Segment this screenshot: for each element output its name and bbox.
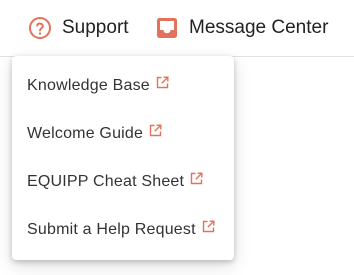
menu-item-knowledge-base[interactable]: Knowledge Base bbox=[12, 62, 234, 110]
page: Support Message Center Knowledge Base We… bbox=[0, 0, 354, 275]
support-label: Support bbox=[62, 17, 129, 38]
menu-item-equipp-cheat-sheet[interactable]: EQUIPP Cheat Sheet bbox=[12, 158, 234, 206]
message-center-label: Message Center bbox=[189, 17, 329, 38]
menu-item-label: EQUIPP Cheat Sheet bbox=[27, 173, 185, 190]
external-link-icon bbox=[149, 124, 162, 137]
inbox-icon bbox=[155, 16, 179, 40]
menu-item-submit-help-request[interactable]: Submit a Help Request bbox=[12, 206, 234, 254]
menu-item-label: Knowledge Base bbox=[27, 77, 150, 94]
menu-item-label: Submit a Help Request bbox=[27, 221, 196, 238]
message-center-button[interactable]: Message Center bbox=[155, 14, 328, 42]
help-circle-icon bbox=[28, 16, 52, 40]
menu-item-welcome-guide[interactable]: Welcome Guide bbox=[12, 110, 234, 158]
support-menu-button[interactable]: Support bbox=[28, 14, 129, 42]
external-link-icon bbox=[190, 172, 203, 185]
top-navigation-bar: Support Message Center bbox=[0, 0, 354, 56]
menu-item-label: Welcome Guide bbox=[27, 125, 144, 142]
external-link-icon bbox=[156, 76, 169, 89]
support-dropdown-menu: Knowledge Base Welcome Guide EQUIPP Chea… bbox=[12, 56, 234, 260]
external-link-icon bbox=[202, 220, 215, 233]
